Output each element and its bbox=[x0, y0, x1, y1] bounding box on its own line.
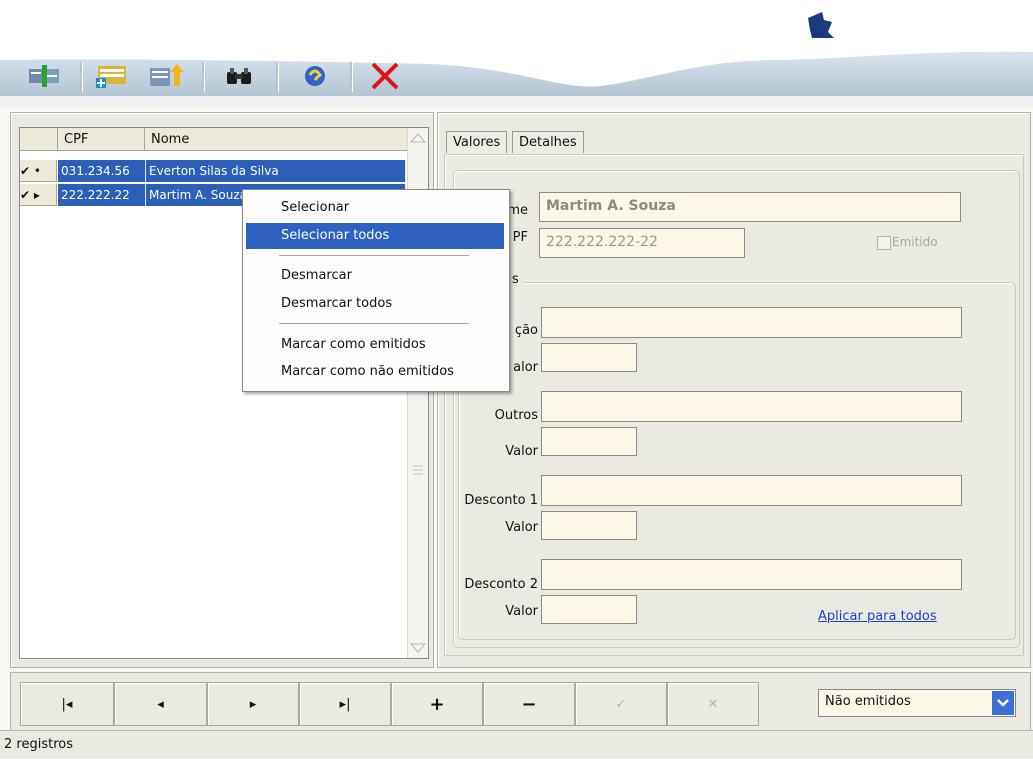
filter-select[interactable]: Não emitidos bbox=[818, 689, 1016, 717]
nome-cell[interactable]: Everton Silas da Silva bbox=[146, 160, 406, 182]
menu-item-marcar-nao-emitidos[interactable]: Marcar como não emitidos bbox=[246, 359, 504, 385]
close-icon[interactable] bbox=[365, 58, 405, 94]
puzzle-logo-icon bbox=[808, 12, 834, 38]
row-check-indicator[interactable]: ✔ • bbox=[20, 160, 57, 182]
cpf-cell[interactable]: 031.234.56 bbox=[58, 160, 146, 182]
menu-item-selecionar-todos[interactable]: Selecionar todos bbox=[246, 223, 504, 249]
grid-add-icon[interactable] bbox=[92, 58, 132, 94]
cpf-field[interactable]: 222.222.222-22 bbox=[539, 228, 745, 258]
cpf-cell[interactable]: 222.222.22 bbox=[58, 184, 146, 206]
menu-item-selecionar[interactable]: Selecionar bbox=[246, 195, 504, 221]
table-row[interactable]: ✔ • 031.234.56 Everton Silas da Silva bbox=[20, 160, 406, 182]
prior-record-button[interactable]: ◂ bbox=[114, 682, 207, 726]
post-record-button[interactable]: ✓ bbox=[575, 682, 667, 726]
binoculars-icon[interactable] bbox=[220, 58, 260, 94]
desconto1-valor-field[interactable] bbox=[541, 511, 637, 540]
desconto2-field[interactable] bbox=[541, 559, 962, 590]
grid-refresh-icon[interactable] bbox=[24, 58, 64, 94]
menu-item-marcar-emitidos[interactable]: Marcar como emitidos bbox=[246, 332, 504, 358]
field-label: Valor bbox=[505, 604, 538, 619]
menu-separator bbox=[279, 255, 469, 257]
field-label: Valor bbox=[505, 520, 538, 535]
first-record-button[interactable]: |◂ bbox=[20, 682, 114, 726]
next-record-button[interactable]: ▸ bbox=[207, 682, 299, 726]
grid-header-cpf[interactable]: CPF bbox=[58, 128, 145, 151]
chevron-down-icon[interactable] bbox=[992, 691, 1014, 715]
emitido-label: Emitido bbox=[892, 235, 938, 249]
grid-export-icon[interactable] bbox=[146, 58, 186, 94]
context-menu: Selecionar Selecionar todos Desmarcar De… bbox=[242, 189, 510, 392]
status-bar: 2 registros bbox=[0, 730, 1033, 758]
desconto2-valor-field[interactable] bbox=[541, 595, 637, 624]
grid-header-nome[interactable]: Nome bbox=[145, 128, 408, 151]
outros-valor-field[interactable] bbox=[541, 427, 637, 456]
menu-item-desmarcar[interactable]: Desmarcar bbox=[246, 263, 504, 289]
valor-field[interactable] bbox=[541, 343, 637, 372]
field-label: Desconto 2 bbox=[464, 577, 538, 592]
toolbar-separator bbox=[202, 62, 205, 92]
values-group-label: s bbox=[508, 272, 523, 287]
emitido-checkbox[interactable] bbox=[877, 236, 891, 250]
outros-field[interactable] bbox=[541, 391, 962, 422]
filter-select-value: Não emitidos bbox=[825, 694, 911, 709]
insert-record-button[interactable]: + bbox=[391, 682, 483, 726]
tab-valores[interactable]: Valores bbox=[446, 131, 508, 153]
field-label: Outros bbox=[494, 408, 538, 423]
field-label: Desconto 1 bbox=[464, 493, 538, 508]
apply-all-link[interactable]: Aplicar para todos bbox=[818, 609, 937, 624]
menu-item-desmarcar-todos[interactable]: Desmarcar todos bbox=[246, 291, 504, 317]
help-icon[interactable] bbox=[295, 58, 335, 94]
cancel-record-button[interactable]: ✕ bbox=[667, 682, 759, 726]
field-label: Valor bbox=[505, 444, 538, 459]
descricao-field[interactable] bbox=[541, 307, 962, 338]
menu-separator bbox=[279, 323, 469, 325]
last-record-button[interactable]: ▸| bbox=[299, 682, 391, 726]
toolbar-separator bbox=[276, 62, 279, 92]
toolbar-separator bbox=[350, 62, 353, 92]
delete-record-button[interactable]: − bbox=[483, 682, 575, 726]
nome-field[interactable]: Martim A. Souza bbox=[539, 192, 961, 222]
desconto1-field[interactable] bbox=[541, 475, 962, 506]
grid-indicator-header bbox=[20, 128, 58, 151]
row-check-indicator[interactable]: ✔ ▸ bbox=[20, 184, 57, 206]
toolbar-separator bbox=[80, 62, 83, 92]
tab-detalhes[interactable]: Detalhes bbox=[512, 131, 584, 153]
